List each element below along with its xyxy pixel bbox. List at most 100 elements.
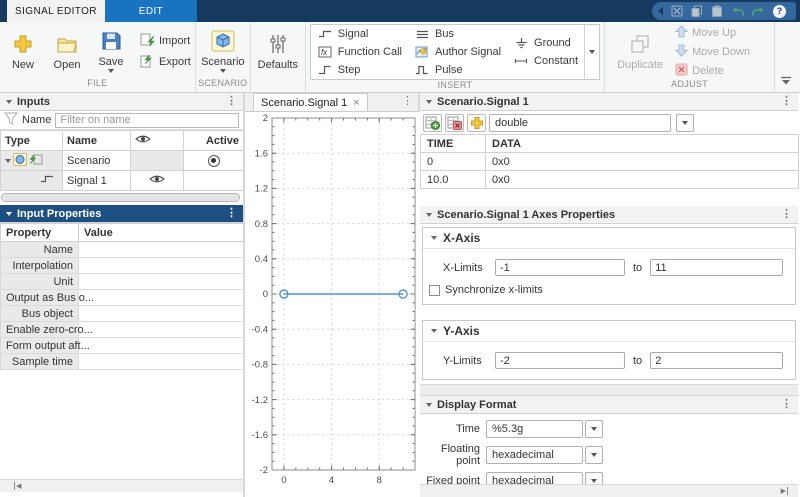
time-format-dropdown-arrow[interactable] bbox=[585, 420, 603, 438]
table-row-signal1[interactable]: Signal 1 bbox=[1, 171, 244, 191]
property-value[interactable] bbox=[79, 258, 244, 274]
property-row[interactable]: Form output aft... bbox=[1, 338, 244, 354]
property-row[interactable]: Sample time bbox=[1, 354, 244, 370]
property-row[interactable]: Bus object bbox=[1, 306, 244, 322]
x-axis-section-header[interactable]: X-Axis bbox=[423, 228, 795, 249]
open-button[interactable]: Open bbox=[48, 31, 86, 73]
property-value[interactable] bbox=[79, 242, 244, 258]
undo-icon[interactable] bbox=[731, 6, 744, 17]
axes-properties-menu-icon[interactable]: ⋮ bbox=[781, 209, 792, 220]
insert-row-button[interactable] bbox=[423, 114, 442, 132]
floating-point-combobox[interactable]: hexadecimal bbox=[486, 446, 583, 464]
y-axis-collapse-icon[interactable] bbox=[431, 329, 437, 333]
new-button[interactable]: New bbox=[4, 31, 42, 73]
scenario-active-radio[interactable] bbox=[208, 155, 220, 167]
scroll-start-icon[interactable]: ◀ bbox=[14, 482, 21, 490]
input-properties-collapse-icon[interactable] bbox=[6, 212, 12, 216]
signal-panel-menu-icon[interactable]: ⋮ bbox=[781, 96, 792, 107]
scroll-end-icon[interactable]: ▶ bbox=[781, 487, 788, 495]
insert-constant-button[interactable]: Constant bbox=[513, 53, 578, 69]
data-type-dropdown-arrow[interactable] bbox=[676, 114, 694, 132]
inputs-hscrollbar[interactable] bbox=[1, 193, 242, 204]
time-data-row[interactable]: 00x0 bbox=[421, 153, 799, 171]
move-down-button[interactable]: Move Down bbox=[675, 44, 750, 60]
help-icon[interactable]: ? bbox=[773, 5, 786, 18]
paste-icon[interactable] bbox=[711, 5, 723, 17]
display-format-collapse-icon[interactable] bbox=[426, 403, 432, 407]
scenario-dropdown-caret[interactable] bbox=[220, 69, 226, 73]
data-type-combobox[interactable]: double bbox=[489, 114, 671, 132]
canvas-tab-scenario-signal1[interactable]: Scenario.Signal 1 × bbox=[253, 93, 368, 111]
property-row[interactable]: Enable zero-cro... bbox=[1, 322, 244, 338]
col-active[interactable]: Active bbox=[184, 131, 244, 151]
move-up-button[interactable]: Move Up bbox=[675, 25, 750, 41]
insert-pulse-button[interactable]: Pulse bbox=[414, 62, 501, 78]
signal-panel-collapse-icon[interactable] bbox=[426, 100, 432, 104]
signal-chart[interactable]: 21.61.20.80.40-0.4-0.8-1.2-1.6-2048 bbox=[245, 112, 420, 497]
property-row[interactable]: Interpolation bbox=[1, 258, 244, 274]
property-value[interactable] bbox=[79, 306, 244, 322]
signal-panel-header[interactable]: Scenario.Signal 1 ⋮ bbox=[420, 93, 798, 111]
property-value[interactable] bbox=[79, 290, 244, 306]
delete-row-button[interactable] bbox=[445, 114, 464, 132]
x-limit-min-input[interactable] bbox=[495, 259, 625, 276]
display-format-header[interactable]: Display Format ⋮ bbox=[420, 396, 798, 414]
insert-signal-button[interactable]: Signal bbox=[317, 26, 402, 42]
input-properties-menu-icon[interactable]: ⋮ bbox=[226, 208, 237, 219]
x-axis-collapse-icon[interactable] bbox=[431, 236, 437, 240]
col-property[interactable]: Property bbox=[1, 224, 79, 242]
insert-bus-button[interactable]: Bus bbox=[414, 26, 501, 42]
duplicate-button[interactable]: Duplicate bbox=[615, 31, 665, 73]
col-visibility[interactable] bbox=[131, 131, 184, 151]
property-row[interactable]: Unit bbox=[1, 274, 244, 290]
signal-plot[interactable]: 21.61.20.80.40-0.4-0.8-1.2-1.6-2048 bbox=[245, 112, 420, 497]
insert-ground-button[interactable]: Ground bbox=[513, 35, 578, 51]
input-properties-header[interactable]: Input Properties ⋮ bbox=[0, 205, 243, 223]
synchronize-x-limits-checkbox[interactable] bbox=[429, 285, 440, 296]
scenario-expand-icon[interactable] bbox=[5, 159, 11, 163]
axes-properties-header[interactable]: Scenario.Signal 1 Axes Properties ⋮ bbox=[420, 206, 798, 224]
save-dropdown-caret[interactable] bbox=[108, 69, 114, 73]
tab-close-icon[interactable]: × bbox=[353, 97, 359, 109]
y-limit-min-input[interactable] bbox=[495, 352, 625, 369]
defaults-button[interactable]: Defaults bbox=[259, 31, 297, 73]
copy-icon[interactable] bbox=[691, 5, 703, 17]
property-row[interactable]: Output as Bus o... bbox=[1, 290, 244, 306]
insert-function-call-button[interactable]: fx Function Call bbox=[317, 44, 402, 60]
insert-author-signal-button[interactable]: Author Signal bbox=[414, 44, 501, 60]
property-row[interactable]: Name bbox=[1, 242, 244, 258]
import-button[interactable]: Import bbox=[140, 33, 191, 50]
author-signal-button[interactable] bbox=[467, 114, 486, 132]
floating-point-dropdown-arrow[interactable] bbox=[585, 446, 603, 464]
save-button[interactable]: Save bbox=[92, 28, 130, 75]
qat-collapse-icon[interactable] bbox=[658, 7, 663, 15]
y-limit-max-input[interactable] bbox=[650, 352, 783, 369]
tab-signal-editor[interactable]: SIGNAL EDITOR bbox=[7, 0, 105, 22]
tab-edit[interactable]: EDIT bbox=[105, 0, 197, 22]
redo-icon[interactable] bbox=[752, 6, 765, 17]
canvas-menu-icon[interactable]: ⋮ bbox=[402, 96, 413, 107]
col-value[interactable]: Value bbox=[79, 224, 244, 242]
col-name[interactable]: Name bbox=[63, 131, 131, 151]
filter-input[interactable] bbox=[55, 113, 239, 128]
inputs-collapse-icon[interactable] bbox=[6, 100, 12, 104]
property-value[interactable] bbox=[79, 354, 244, 370]
cut-icon[interactable] bbox=[671, 5, 683, 17]
ribbon-collapse-icon[interactable] bbox=[780, 76, 792, 88]
property-value[interactable] bbox=[79, 274, 244, 290]
delete-button[interactable]: Delete bbox=[675, 63, 750, 79]
property-value[interactable] bbox=[79, 338, 244, 354]
inputs-header[interactable]: Inputs ⋮ bbox=[0, 93, 243, 111]
col-time[interactable]: TIME bbox=[421, 135, 486, 153]
inputs-menu-icon[interactable]: ⋮ bbox=[226, 96, 237, 107]
inputs-bottom-scrollbar[interactable]: ◀ bbox=[0, 479, 243, 492]
property-value[interactable] bbox=[79, 322, 244, 338]
table-row-scenario[interactable]: Scenario bbox=[1, 151, 244, 171]
time-format-combobox[interactable]: %5.3g bbox=[486, 420, 583, 438]
insert-step-button[interactable]: Step bbox=[317, 62, 402, 78]
col-type[interactable]: Type bbox=[1, 131, 63, 151]
time-data-row[interactable]: 10.00x0 bbox=[421, 171, 799, 189]
x-limit-max-input[interactable] bbox=[650, 259, 783, 276]
right-bottom-scrollbar[interactable]: ▶ bbox=[420, 484, 798, 497]
export-button[interactable]: Export bbox=[140, 54, 191, 71]
